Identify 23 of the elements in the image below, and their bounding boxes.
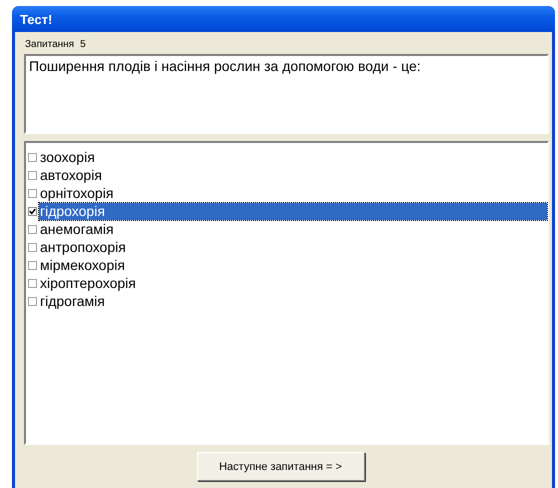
answer-option[interactable]: автохорія xyxy=(39,166,547,184)
answer-option[interactable]: зоохорія xyxy=(39,148,547,166)
answer-option[interactable]: орнітохорія xyxy=(39,184,547,202)
checkbox[interactable] xyxy=(28,242,37,252)
checkbox[interactable] xyxy=(28,296,37,306)
question-text: Поширення плодів і насіння рослин за допомогою води - це: xyxy=(29,58,421,74)
checkbox[interactable] xyxy=(28,224,37,234)
next-button[interactable]: Наступне запитання = > xyxy=(196,452,364,481)
answer-option[interactable]: гідрогамія xyxy=(39,292,547,310)
answer-option[interactable]: мірмекохорія xyxy=(39,256,547,274)
window-title: Тест! xyxy=(20,12,52,26)
answer-option[interactable]: хіроптерохорія xyxy=(39,274,547,292)
answer-option[interactable]: антропохорія xyxy=(39,238,547,256)
question-label: Запитання xyxy=(25,38,74,50)
checkbox[interactable] xyxy=(28,152,37,162)
checkbox[interactable] xyxy=(28,260,37,270)
answer-option[interactable]: гідрохорія xyxy=(39,202,547,220)
question-number: 5 xyxy=(80,38,86,50)
answer-option[interactable]: анемогамія xyxy=(39,220,547,238)
checkbox[interactable] xyxy=(28,188,37,198)
checkbox[interactable] xyxy=(28,206,37,216)
checkbox[interactable] xyxy=(28,278,37,288)
checkbox[interactable] xyxy=(28,170,37,180)
